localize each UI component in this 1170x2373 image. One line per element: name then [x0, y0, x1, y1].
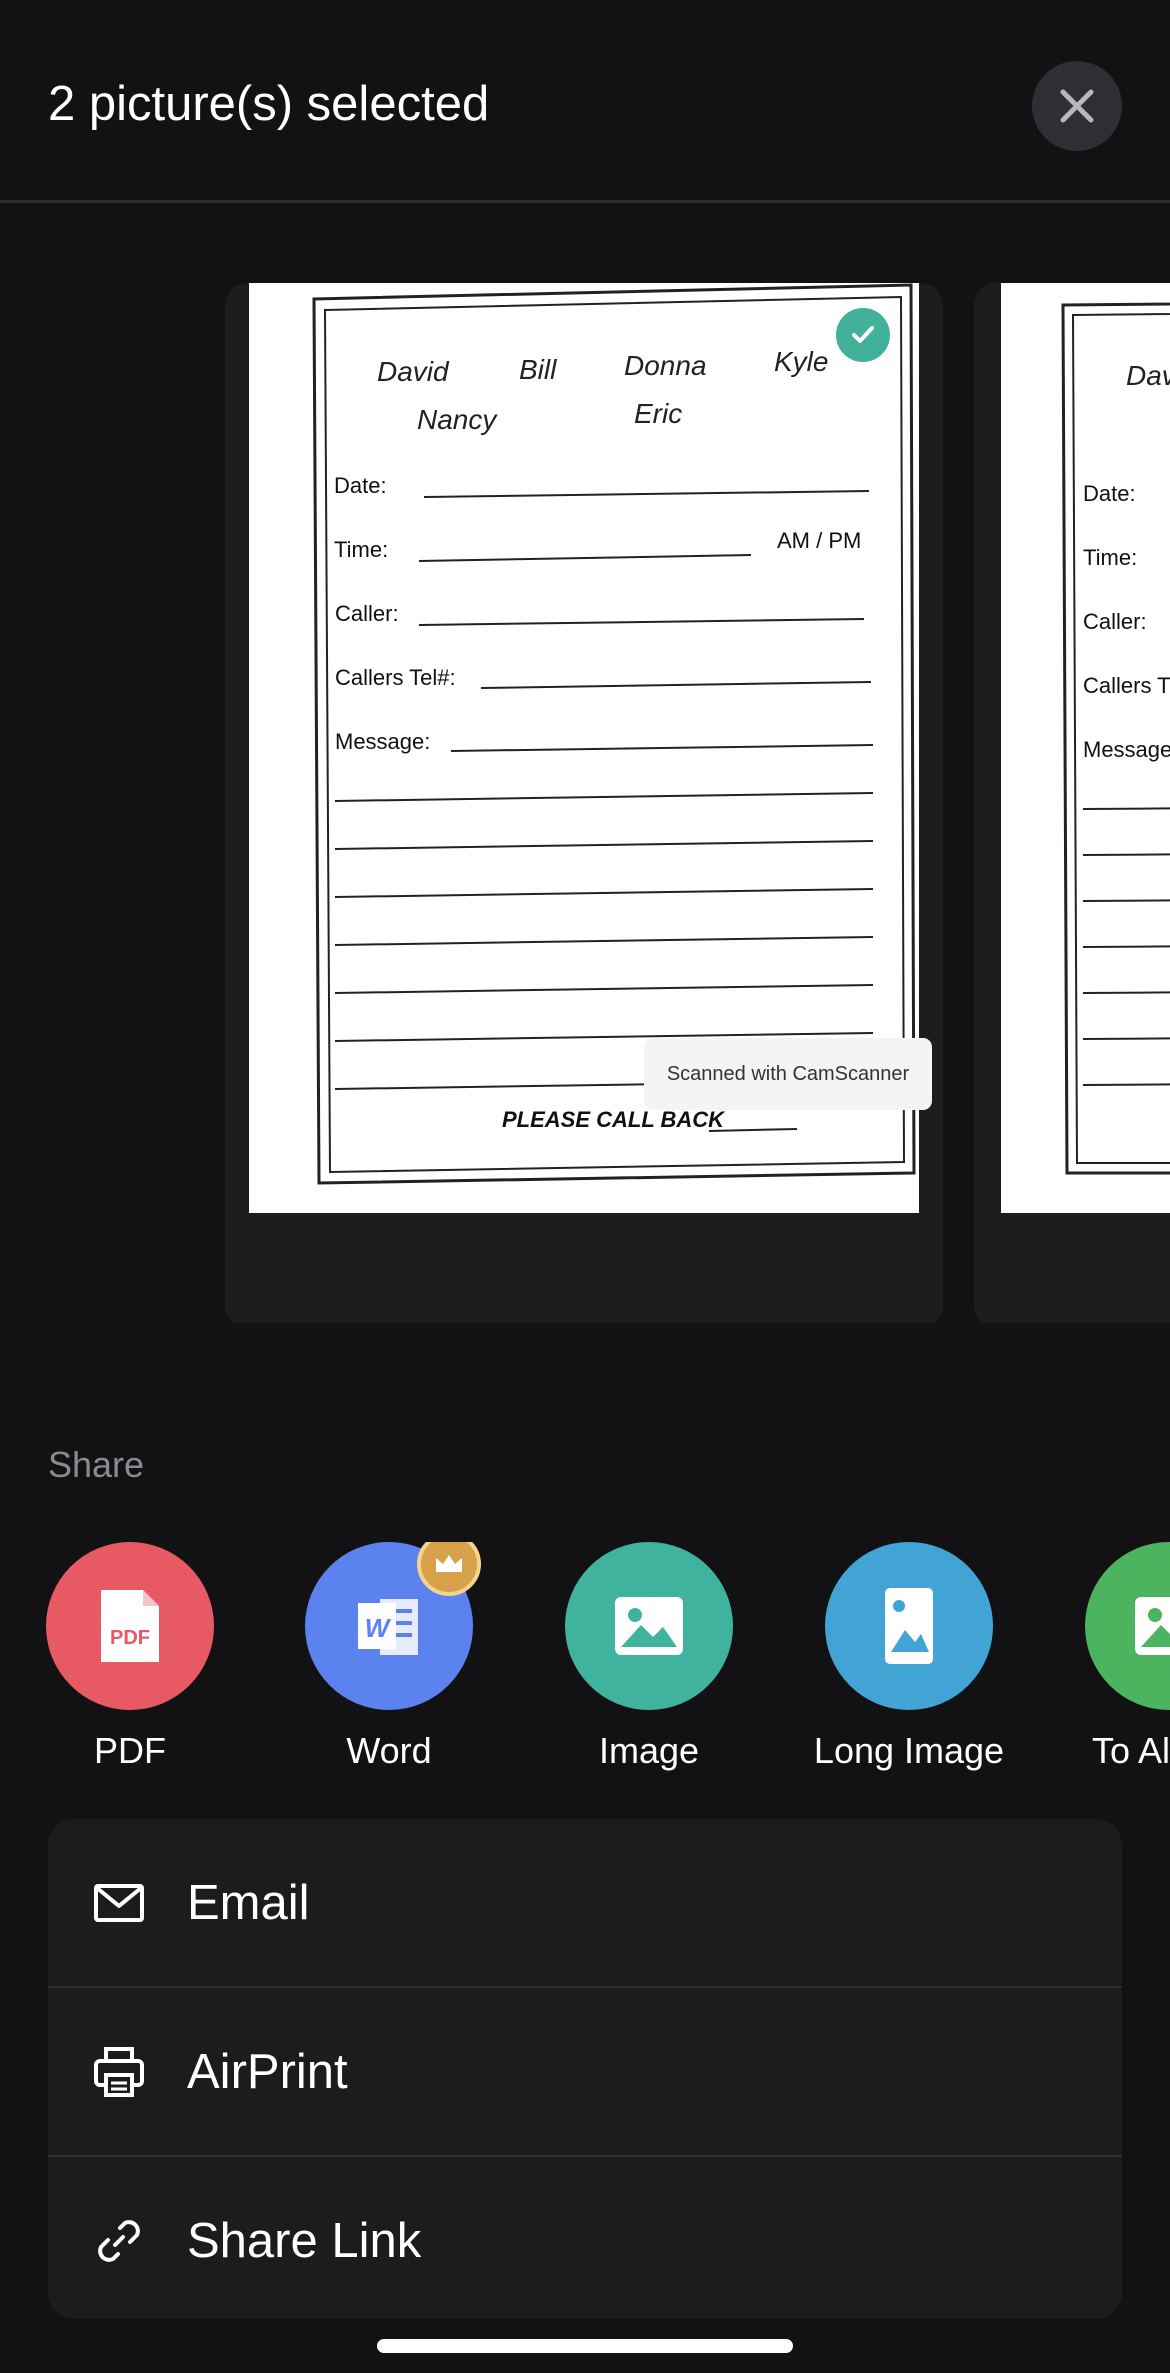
share-section-label: Share	[48, 1444, 145, 1485]
please-call-back-label: PLEASE CALL BACK	[502, 1107, 726, 1132]
field-message-2: Message	[1083, 737, 1170, 762]
share-sheet: 2 picture(s) selected David Bill Donna K…	[0, 14, 1170, 2373]
field-date-2: Date:	[1083, 481, 1136, 506]
share-image-button[interactable]: Image	[529, 1542, 769, 1782]
close-button[interactable]	[1032, 61, 1122, 151]
svg-text:W: W	[365, 1613, 392, 1643]
name-nancy: Nancy	[417, 404, 498, 435]
share-album-label: To Al	[1092, 1730, 1170, 1771]
name-david: David	[377, 356, 450, 387]
page-card-1[interactable]: David Bill Donna Kyle Nancy Eric Date: T…	[225, 283, 943, 1323]
close-icon	[1060, 89, 1094, 123]
share-link-action[interactable]: Share Link	[48, 2157, 1122, 2319]
pdf-icon: PDF	[101, 1590, 159, 1662]
printer-icon	[94, 2046, 144, 2097]
long-image-icon	[885, 1588, 933, 1664]
album-circle	[1085, 1542, 1170, 1710]
page-card-2[interactable]: Dav Date: Time: Caller: Callers T Messag…	[974, 283, 1170, 1323]
field-caller: Caller:	[335, 601, 399, 626]
name-donna: Donna	[624, 350, 707, 381]
mail-icon	[94, 1883, 144, 1922]
svg-text:PDF: PDF	[110, 1627, 150, 1649]
field-time: Time:	[334, 537, 388, 562]
selection-title: 2 picture(s) selected	[48, 77, 490, 131]
share-word-label: Word	[346, 1730, 432, 1771]
share-long-image-button[interactable]: Long Image	[789, 1542, 1029, 1782]
share-pdf-button[interactable]: PDF PDF	[10, 1542, 250, 1782]
share-options-row[interactable]: PDF PDF W Word Image Long Image To Al	[0, 1542, 1170, 1782]
name-kyle: Kyle	[774, 346, 828, 377]
image-icon	[615, 1597, 683, 1655]
name-bill: Bill	[519, 354, 557, 385]
pdf-circle: PDF	[46, 1542, 214, 1710]
share-link-label: Share Link	[187, 2213, 422, 2268]
word-icon: W	[358, 1599, 418, 1655]
share-pdf-label: PDF	[94, 1730, 166, 1771]
email-label: Email	[187, 1875, 310, 1930]
share-word-button[interactable]: W Word	[269, 1542, 509, 1782]
share-image-label: Image	[598, 1730, 700, 1771]
selected-check-icon[interactable]	[836, 308, 890, 362]
field-time-2: Time:	[1083, 545, 1137, 570]
airprint-label: AirPrint	[187, 2044, 348, 2099]
share-album-button[interactable]: To Al	[1049, 1542, 1170, 1782]
long-image-circle	[825, 1542, 993, 1710]
page-thumbnail-2: Dav Date: Time: Caller: Callers T Messag…	[1001, 283, 1170, 1213]
home-indicator[interactable]	[377, 2339, 793, 2353]
ampm-label: AM / PM	[777, 528, 861, 553]
link-icon	[98, 2219, 140, 2262]
camscanner-watermark: Scanned with CamScanner	[644, 1038, 932, 1110]
name-dav: Dav	[1126, 360, 1170, 391]
field-callers-tel: Callers Tel#:	[335, 665, 456, 690]
name-eric: Eric	[634, 398, 682, 429]
sheet-header: 2 picture(s) selected	[0, 14, 1170, 203]
image-circle	[565, 1542, 733, 1710]
share-actions-list: Email AirPrint Share Link	[48, 1819, 1122, 2319]
field-callers-tel-2: Callers T	[1083, 673, 1170, 698]
field-message: Message:	[335, 729, 430, 754]
album-icon	[1135, 1597, 1170, 1655]
share-long-image-label: Long Image	[813, 1730, 1005, 1771]
field-caller-2: Caller:	[1083, 609, 1147, 634]
email-action[interactable]: Email	[48, 1819, 1122, 1986]
airprint-action[interactable]: AirPrint	[48, 1988, 1122, 2155]
page-carousel[interactable]: David Bill Donna Kyle Nancy Eric Date: T…	[0, 203, 1170, 1323]
field-date: Date:	[334, 473, 387, 498]
